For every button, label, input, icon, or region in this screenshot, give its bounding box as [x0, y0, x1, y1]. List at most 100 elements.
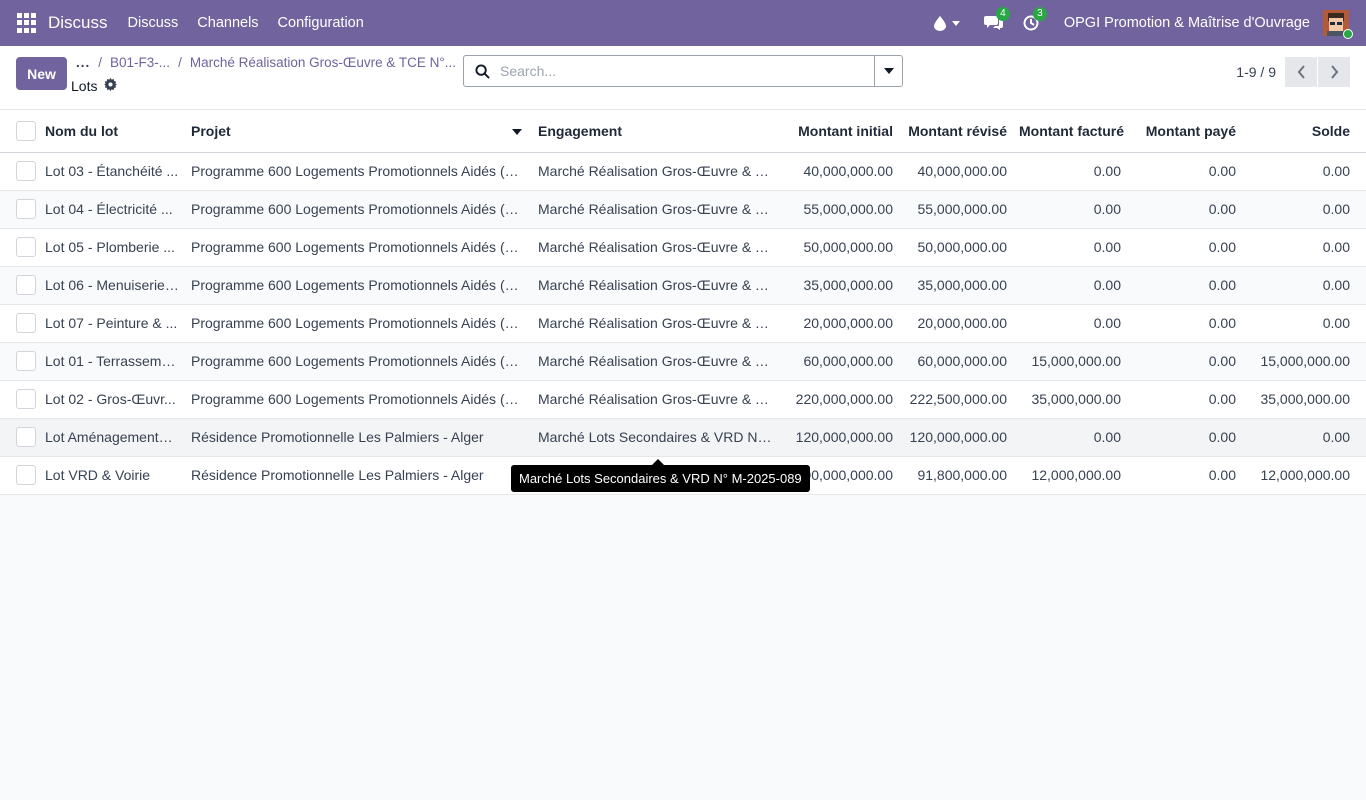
table-row[interactable]: Lot 05 - Plomberie ... Programme 600 Loge… — [0, 228, 1366, 267]
cell-montant-revise[interactable]: 120,000,000.00 — [899, 418, 1013, 457]
cell-solde[interactable]: 0.00 — [1242, 152, 1366, 191]
row-checkbox[interactable] — [16, 389, 36, 409]
cell-solde[interactable]: 35,000,000.00 — [1242, 380, 1366, 419]
apps-menu-icon[interactable] — [17, 13, 37, 33]
cell-montant-revise[interactable]: 91,800,000.00 — [899, 456, 1013, 495]
cell-montant-revise[interactable]: 20,000,000.00 — [899, 304, 1013, 343]
breadcrumb-ellipsis[interactable]: ... — [76, 55, 90, 70]
table-row[interactable]: Lot Aménagements ... Résidence Promotionn… — [0, 418, 1366, 457]
cell-montant-paye[interactable]: 0.00 — [1127, 456, 1242, 495]
col-header-engagement[interactable]: Engagement — [532, 110, 782, 153]
cell-montant-facture[interactable]: 15,000,000.00 — [1013, 342, 1127, 381]
cell-projet[interactable]: Résidence Promotionnelle Les Palmiers - … — [185, 456, 532, 495]
cell-montant-initial[interactable]: 50,000,000.00 — [782, 228, 899, 267]
cell-montant-paye[interactable]: 0.00 — [1127, 228, 1242, 267]
row-checkbox[interactable] — [16, 199, 36, 219]
cell-projet[interactable]: Programme 600 Logements Promotionnels Ai… — [185, 266, 532, 305]
col-header-montant-facture[interactable]: Montant facturé — [1013, 110, 1127, 153]
debug-drop-icon[interactable] — [933, 15, 960, 31]
search-options-toggle[interactable] — [874, 56, 902, 86]
select-all-checkbox[interactable] — [16, 120, 36, 141]
cell-montant-initial[interactable]: 55,000,000.00 — [782, 190, 899, 229]
cell-montant-facture[interactable]: 0.00 — [1013, 228, 1127, 267]
cell-projet[interactable]: Résidence Promotionnelle Les Palmiers - … — [185, 418, 532, 457]
cell-montant-initial[interactable]: 40,000,000.00 — [782, 152, 899, 191]
cell-projet[interactable]: Programme 600 Logements Promotionnels Ai… — [185, 380, 532, 419]
cell-engagement[interactable]: Marché Réalisation Gros-Œuvre & TC... — [532, 228, 782, 267]
table-row[interactable]: Lot 06 - Menuiserie ... Programme 600 Log… — [0, 266, 1366, 305]
cell-projet[interactable]: Programme 600 Logements Promotionnels Ai… — [185, 304, 532, 343]
cell-montant-paye[interactable]: 0.00 — [1127, 342, 1242, 381]
cell-nom-du-lot[interactable]: Lot 06 - Menuiserie ... — [39, 266, 185, 305]
cell-montant-facture[interactable]: 0.00 — [1013, 266, 1127, 305]
col-header-projet[interactable]: Projet — [185, 110, 532, 153]
cell-montant-paye[interactable]: 0.00 — [1127, 190, 1242, 229]
pager-next-button[interactable] — [1318, 57, 1350, 87]
cell-engagement[interactable]: Marché Réalisation Gros-Œuvre & TC... — [532, 342, 782, 381]
cell-solde[interactable]: 0.00 — [1242, 190, 1366, 229]
cell-montant-initial[interactable]: 120,000,000.00 — [782, 418, 899, 457]
menu-discuss[interactable]: Discuss — [128, 15, 179, 31]
cell-nom-du-lot[interactable]: Lot 05 - Plomberie ... — [39, 228, 185, 267]
cell-nom-du-lot[interactable]: Lot 03 - Étanchéité ... — [39, 152, 185, 191]
row-checkbox[interactable] — [16, 427, 36, 447]
cell-nom-du-lot[interactable]: Lot 04 - Électricité ... — [39, 190, 185, 229]
messages-icon[interactable]: 4 — [983, 7, 1010, 31]
cell-projet[interactable]: Programme 600 Logements Promotionnels Ai… — [185, 342, 532, 381]
activities-clock-icon[interactable]: 3 — [1023, 7, 1047, 31]
cell-montant-paye[interactable]: 0.00 — [1127, 304, 1242, 343]
cell-engagement[interactable]: Marché Réalisation Gros-Œuvre & TC... — [532, 152, 782, 191]
cell-montant-initial[interactable]: 35,000,000.00 — [782, 266, 899, 305]
cell-montant-revise[interactable]: 35,000,000.00 — [899, 266, 1013, 305]
breadcrumb-item-2[interactable]: Marché Réalisation Gros-Œuvre & TCE N°..… — [190, 55, 456, 70]
row-checkbox[interactable] — [16, 313, 36, 333]
company-switcher[interactable]: OPGI Promotion & Maîtrise d'Ouvrage — [1064, 15, 1310, 31]
table-row[interactable]: Lot 02 - Gros-Œuvr... Programme 600 Logem… — [0, 380, 1366, 419]
row-checkbox[interactable] — [16, 237, 36, 257]
col-header-montant-revise[interactable]: Montant révisé — [899, 110, 1013, 153]
cell-solde[interactable]: 0.00 — [1242, 418, 1366, 457]
table-row[interactable]: Lot 01 - Terrasseme... Programme 600 Loge… — [0, 342, 1366, 381]
search-input[interactable] — [500, 63, 874, 79]
cell-projet[interactable]: Programme 600 Logements Promotionnels Ai… — [185, 228, 532, 267]
col-header-montant-initial[interactable]: Montant initial — [782, 110, 899, 153]
cell-nom-du-lot[interactable]: Lot 01 - Terrasseme... — [39, 342, 185, 381]
cell-montant-paye[interactable]: 0.00 — [1127, 266, 1242, 305]
cell-montant-paye[interactable]: 0.00 — [1127, 380, 1242, 419]
cell-montant-facture[interactable]: 0.00 — [1013, 190, 1127, 229]
table-row[interactable]: Lot 03 - Étanchéité ... Programme 600 Log… — [0, 152, 1366, 191]
table-row[interactable]: Lot 04 - Électricité ... Programme 600 Lo… — [0, 190, 1366, 229]
cell-montant-initial[interactable]: 60,000,000.00 — [782, 342, 899, 381]
cell-solde[interactable]: 15,000,000.00 — [1242, 342, 1366, 381]
breadcrumb-item-1[interactable]: B01-F3-... — [110, 55, 170, 70]
cell-montant-facture[interactable]: 0.00 — [1013, 152, 1127, 191]
user-avatar[interactable] — [1323, 10, 1353, 39]
cell-montant-facture[interactable]: 12,000,000.00 — [1013, 456, 1127, 495]
cell-projet[interactable]: Programme 600 Logements Promotionnels Ai… — [185, 190, 532, 229]
cell-montant-paye[interactable]: 0.00 — [1127, 418, 1242, 457]
cell-projet[interactable]: Programme 600 Logements Promotionnels Ai… — [185, 152, 532, 191]
col-header-montant-paye[interactable]: Montant payé — [1127, 110, 1242, 153]
cell-montant-facture[interactable]: 0.00 — [1013, 418, 1127, 457]
pager-value[interactable]: 1-9 / 9 — [1236, 64, 1276, 80]
new-button[interactable]: New — [16, 57, 67, 90]
cell-montant-revise[interactable]: 222,500,000.00 — [899, 380, 1013, 419]
cell-solde[interactable]: 12,000,000.00 — [1242, 456, 1366, 495]
cell-engagement[interactable]: Marché Réalisation Gros-Œuvre & TC... — [532, 266, 782, 305]
menu-configuration[interactable]: Configuration — [278, 15, 364, 31]
col-header-solde[interactable]: Solde — [1242, 110, 1366, 153]
cell-montant-revise[interactable]: 60,000,000.00 — [899, 342, 1013, 381]
cell-engagement[interactable]: Marché Lots Secondaires & VRD N° ... — [532, 418, 782, 457]
cell-montant-revise[interactable]: 40,000,000.00 — [899, 152, 1013, 191]
col-header-nom-du-lot[interactable]: Nom du lot — [39, 110, 185, 153]
table-row[interactable]: Lot 07 - Peinture & ... Programme 600 Log… — [0, 304, 1366, 343]
row-checkbox[interactable] — [16, 351, 36, 371]
cell-montant-paye[interactable]: 0.00 — [1127, 152, 1242, 191]
cell-montant-revise[interactable]: 55,000,000.00 — [899, 190, 1013, 229]
cell-nom-du-lot[interactable]: Lot Aménagements ... — [39, 418, 185, 457]
row-checkbox[interactable] — [16, 465, 36, 485]
cell-nom-du-lot[interactable]: Lot 02 - Gros-Œuvr... — [39, 380, 185, 419]
cell-engagement[interactable]: Marché Réalisation Gros-Œuvre & TC... — [532, 190, 782, 229]
cell-montant-facture[interactable]: 35,000,000.00 — [1013, 380, 1127, 419]
row-checkbox[interactable] — [16, 275, 36, 295]
